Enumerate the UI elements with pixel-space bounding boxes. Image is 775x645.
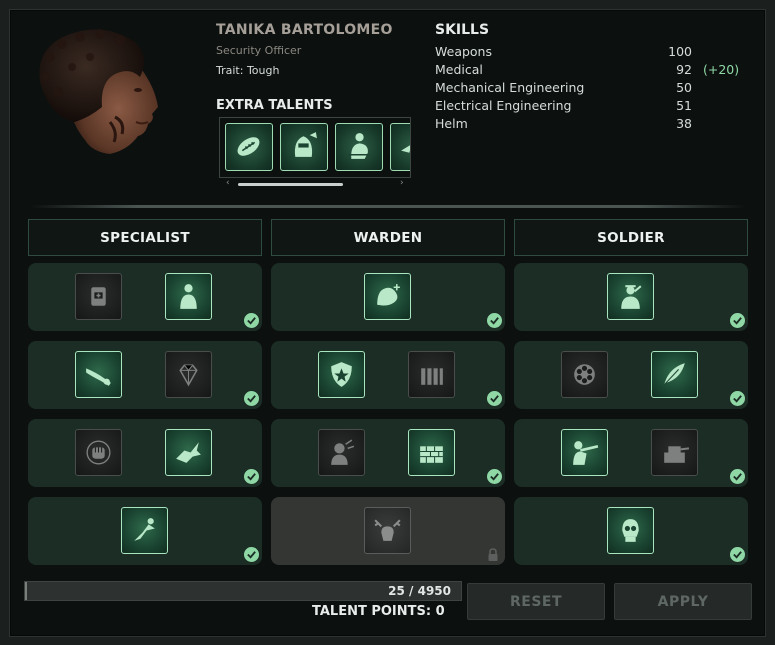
extra-talents-list[interactable] (219, 117, 411, 178)
talent-tier (271, 419, 505, 487)
turret-icon[interactable] (651, 429, 698, 476)
section-divider (30, 205, 746, 208)
character-job: Security Officer (216, 44, 302, 57)
checkmark-icon (487, 391, 502, 406)
skill-value: 92 (676, 62, 692, 77)
checkmark-icon (244, 391, 259, 406)
armored-helmet-icon[interactable] (280, 123, 328, 171)
skull-icon[interactable] (607, 507, 654, 554)
talent-tier (514, 263, 748, 331)
partial-icon[interactable] (390, 123, 410, 171)
gem-icon[interactable] (165, 351, 212, 398)
extra-talents-title: EXTRA TALENTS (216, 98, 333, 113)
scroll-left-arrow[interactable]: ‹ (226, 178, 230, 188)
figure-silhouette-icon[interactable] (165, 273, 212, 320)
talent-tier (271, 497, 505, 565)
skill-bonus: (+20) (703, 62, 740, 77)
rifleman-icon[interactable] (561, 429, 608, 476)
character-name: TANIKA BARTOLOMEO (216, 22, 393, 38)
experience-fill (25, 582, 28, 600)
checkmark-icon (487, 313, 502, 328)
football-icon[interactable] (225, 123, 273, 171)
tree-header-soldier: SOLDIER (514, 219, 748, 256)
skill-value: 50 (676, 80, 692, 95)
skill-name: Helm (435, 116, 468, 131)
checkmark-icon (730, 547, 745, 562)
character-portrait (30, 22, 170, 162)
flexed-arm-icon[interactable] (364, 273, 411, 320)
scroll-thumb[interactable] (238, 183, 343, 186)
skill-value: 100 (668, 44, 692, 59)
police-badge-icon[interactable] (318, 351, 365, 398)
skill-value: 38 (676, 116, 692, 131)
diver-icon[interactable] (75, 351, 122, 398)
checkmark-icon (244, 313, 259, 328)
reset-button[interactable]: RESET (467, 583, 605, 620)
skill-row: Medical 92 (+20) (435, 62, 755, 80)
talent-tier (514, 419, 748, 487)
moose-head-icon[interactable] (364, 507, 411, 554)
character-trait: Trait: Tough (216, 64, 280, 77)
armor-vest-icon[interactable] (75, 273, 122, 320)
talent-tier (28, 497, 262, 565)
checkmark-icon (730, 391, 745, 406)
skill-row: Helm 38 (435, 116, 755, 134)
checkmark-icon (244, 469, 259, 484)
talent-points-label: TALENT POINTS: 0 (312, 604, 445, 619)
skill-row: Electrical Engineering 51 (435, 98, 755, 116)
skill-name: Mechanical Engineering (435, 80, 585, 95)
talent-tier (28, 341, 262, 409)
ammo-rounds-icon[interactable] (408, 351, 455, 398)
checkmark-icon (244, 547, 259, 562)
experience-text: 25 / 4950 (388, 584, 451, 598)
tree-header-specialist: SPECIALIST (28, 219, 262, 256)
talent-tier (28, 263, 262, 331)
brick-wall-icon[interactable] (408, 429, 455, 476)
scroll-right-arrow[interactable]: › (400, 178, 404, 188)
swimming-creature-icon[interactable] (165, 429, 212, 476)
skill-row: Mechanical Engineering 50 (435, 80, 755, 98)
tree-header-warden: WARDEN (271, 219, 505, 256)
feather-icon[interactable] (651, 351, 698, 398)
checkmark-icon (730, 313, 745, 328)
revolver-cylinder-icon[interactable] (561, 351, 608, 398)
checkmark-icon (487, 469, 502, 484)
crouching-figure-icon[interactable] (335, 123, 383, 171)
skill-name: Weapons (435, 44, 492, 59)
extra-talents-scrollbar[interactable]: ‹ › (226, 178, 406, 191)
checkmark-icon (730, 469, 745, 484)
skill-name: Medical (435, 62, 483, 77)
talent-tier (514, 341, 748, 409)
leaping-figure-icon[interactable] (121, 507, 168, 554)
apply-button[interactable]: APPLY (614, 583, 752, 620)
talent-tier (514, 497, 748, 565)
skills-title: SKILLS (435, 22, 490, 38)
bomb-figure-icon[interactable] (318, 429, 365, 476)
experience-bar: 25 / 4950 (24, 581, 462, 601)
skill-value: 51 (676, 98, 692, 113)
saluting-soldier-icon[interactable] (607, 273, 654, 320)
padlock-icon (487, 547, 499, 561)
skill-name: Electrical Engineering (435, 98, 572, 113)
talent-tier (271, 341, 505, 409)
talent-tier (271, 263, 505, 331)
skill-row: Weapons 100 (435, 44, 755, 62)
fist-target-icon[interactable] (75, 429, 122, 476)
talent-tier (28, 419, 262, 487)
